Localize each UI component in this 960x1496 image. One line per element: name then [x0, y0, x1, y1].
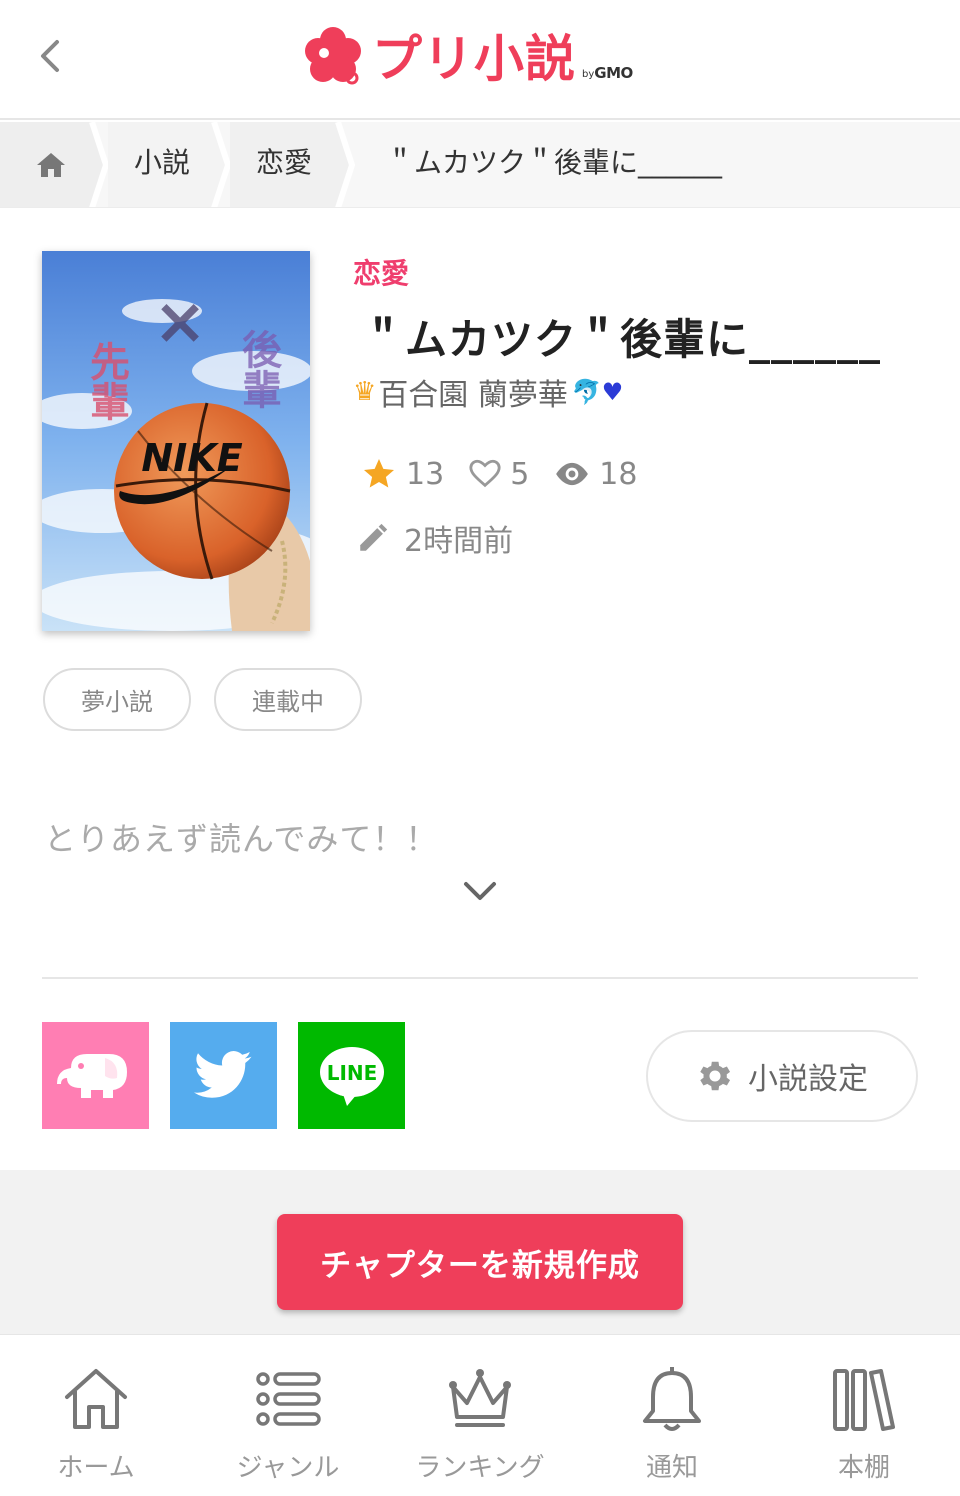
nav-genre-label: ジャンル [236, 1453, 340, 1483]
twitter-bird-icon [193, 1050, 251, 1098]
updated-row: 2時間前 [356, 516, 513, 560]
expand-description-button[interactable] [458, 872, 502, 912]
heart-icon [469, 459, 501, 488]
crown-icon [449, 1369, 511, 1427]
novel-title: ＂ムカツク＂後輩に______ [362, 315, 882, 364]
elephant-icon [56, 1053, 127, 1098]
app-header: プリ小説 by GMO [0, 0, 960, 120]
tag-serializing[interactable]: 連載中 [214, 668, 362, 731]
nav-bookshelf[interactable]: 本棚 [768, 1335, 960, 1496]
tag-dream-novel[interactable]: 夢小説 [43, 668, 191, 731]
view-count-value: 18 [599, 456, 638, 492]
nav-bookshelf-label: 本棚 [837, 1453, 890, 1483]
logo-text: プリ小説 [372, 30, 576, 88]
logo-brand: GMO [594, 64, 633, 82]
updated-time: 2時間前 [404, 524, 514, 559]
like-count-value: 5 [510, 456, 530, 492]
breadcrumb: 小説 恋愛 ＂ムカツク＂後輩に______ [0, 122, 960, 208]
eye-icon [556, 462, 589, 486]
view-count: 18 [553, 457, 637, 492]
chevron-down-icon [464, 882, 496, 900]
breadcrumb-item-title: ＂ムカツク＂後輩に______ [386, 146, 723, 179]
share-line-button[interactable]: LINE [298, 1022, 405, 1129]
nav-genre[interactable]: ジャンル [192, 1335, 384, 1496]
pencil-icon [360, 523, 388, 551]
nav-home-label: ホーム [57, 1453, 135, 1483]
novel-settings-label: 小説設定 [748, 1062, 868, 1097]
nav-notifications-label: 通知 [645, 1453, 698, 1483]
breadcrumb-item-genre[interactable]: 恋愛 [256, 146, 312, 180]
star-count-value: 13 [406, 456, 445, 492]
logo-by: by [582, 69, 595, 80]
crown-icon: ♛ [353, 377, 377, 407]
bottom-navigation: ホーム ジャンル ランキング 通知 本棚 [0, 1334, 960, 1496]
nav-home[interactable]: ホーム [0, 1335, 192, 1496]
bookshelf-icon [833, 1369, 895, 1431]
back-button[interactable] [28, 34, 72, 78]
dolphin-heart-icon: 🐬♥ [571, 378, 624, 406]
stats-row: 13 5 18 [360, 456, 661, 492]
nav-notifications[interactable]: 通知 [576, 1335, 768, 1496]
star-count: 13 [360, 456, 444, 492]
cover-cross: × [153, 285, 207, 359]
genre-label[interactable]: 恋愛 [353, 252, 409, 292]
create-chapter-button[interactable]: チャプターを新規作成 [277, 1214, 683, 1310]
app-logo[interactable]: プリ小説 by GMO [302, 24, 633, 88]
chevron-left-icon [41, 40, 59, 72]
home-icon[interactable] [34, 148, 68, 182]
cover-right-text: 後輩 [235, 329, 282, 409]
home-icon [65, 1369, 127, 1429]
cover-brand-text: NIKE [141, 436, 242, 480]
novel-settings-button[interactable]: 小説設定 [646, 1030, 918, 1122]
star-icon [364, 459, 394, 488]
flower-logo-icon [305, 27, 361, 85]
line-icon: LINE [319, 1046, 384, 1106]
share-twitter-button[interactable] [170, 1022, 277, 1129]
nav-ranking[interactable]: ランキング [384, 1335, 576, 1496]
author-row[interactable]: ♛ 百合園 蘭夢華 🐬♥ [353, 370, 623, 414]
breadcrumb-item-novel[interactable]: 小説 [134, 146, 190, 180]
cover-left-text: 先輩 [83, 341, 130, 421]
novel-description: とりあえず読んでみて！！ [44, 820, 439, 858]
nav-ranking-label: ランキング [415, 1453, 545, 1483]
author-name: 百合園 蘭夢華 [378, 378, 568, 413]
like-count: 5 [468, 457, 529, 492]
gear-icon [700, 1061, 731, 1091]
novel-cover-image[interactable]: 先輩 × 後輩 NIKE [42, 251, 310, 631]
divider [42, 977, 918, 979]
share-elephant-button[interactable] [42, 1022, 149, 1129]
bell-icon [643, 1367, 701, 1431]
line-logo-text: LINE [326, 1061, 377, 1085]
list-icon [256, 1372, 321, 1426]
